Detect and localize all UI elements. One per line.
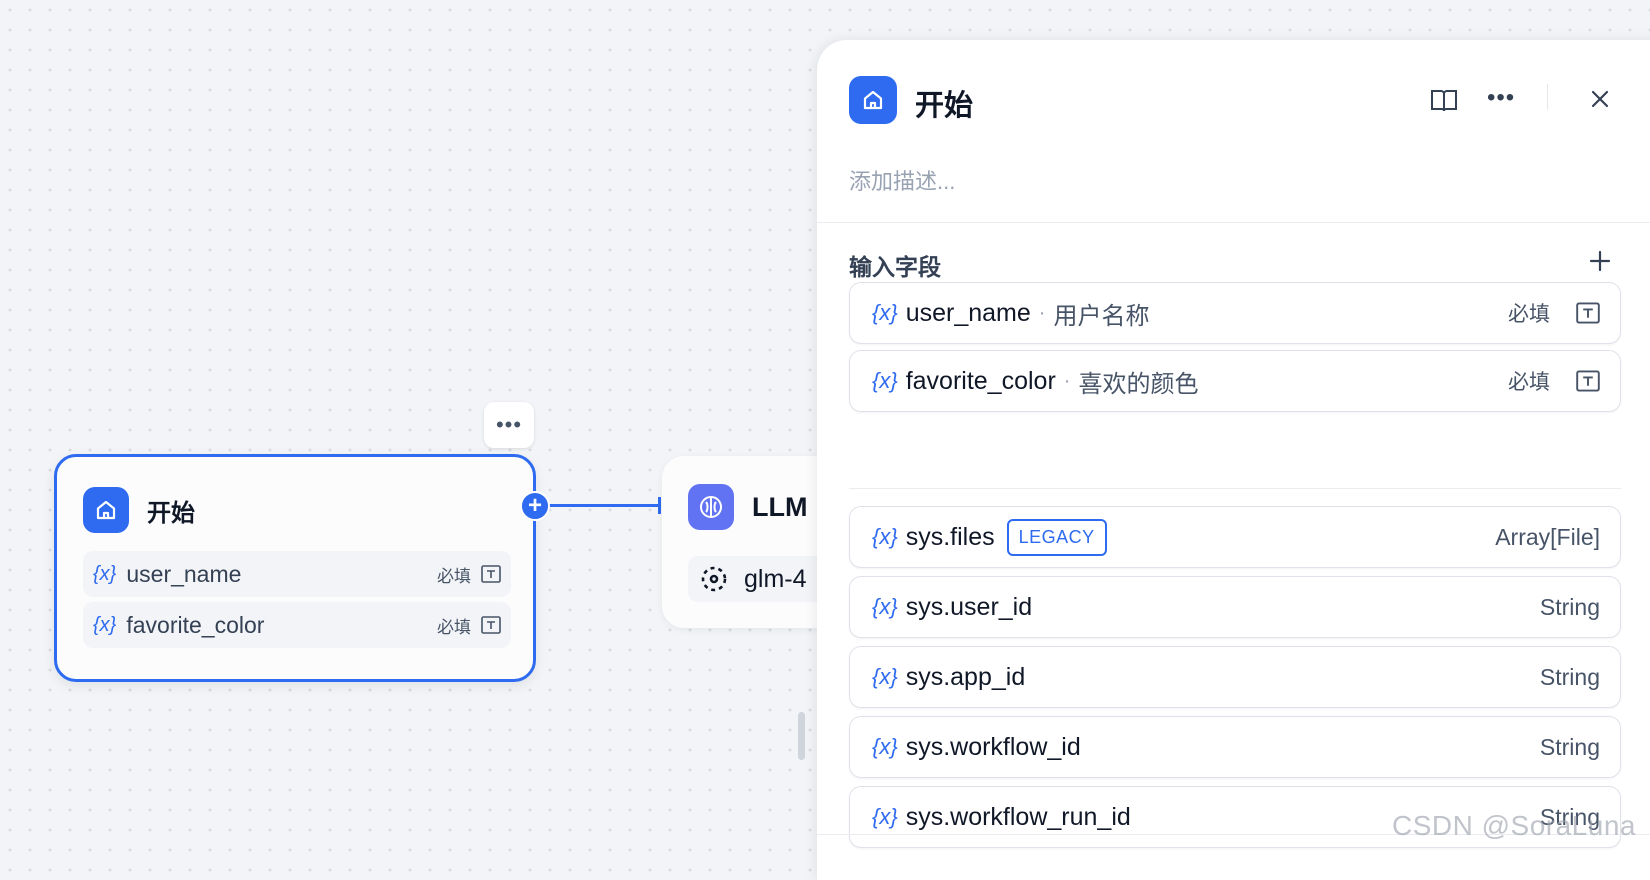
variable-type: String [1539, 593, 1600, 620]
system-variable-name: sys.workflow_id [905, 732, 1081, 761]
home-icon [849, 76, 897, 124]
watermark: CSDN @SoraLuna [1392, 810, 1636, 841]
header-divider [1547, 84, 1548, 110]
start-node-field[interactable]: {x} favorite_color 必填 [83, 602, 511, 648]
required-label: 必填 [437, 566, 471, 586]
system-variable-row[interactable]: {x} sys.files LEGACY Array[File] [849, 506, 1621, 568]
system-variable-row[interactable]: {x} sys.user_id String [849, 576, 1621, 638]
system-variable-row[interactable]: {x} sys.app_id String [849, 646, 1621, 708]
node-more-button[interactable]: ••• [484, 402, 534, 448]
variable-icon: {x} [872, 594, 898, 619]
close-icon[interactable] [1585, 84, 1615, 114]
home-icon [83, 487, 129, 533]
system-variable-name: sys.user_id [905, 592, 1033, 621]
field-name: user_name [126, 560, 242, 587]
model-icon [701, 566, 727, 592]
required-label: 必填 [1508, 371, 1550, 394]
separator-dot: · [1063, 369, 1071, 392]
input-field-row[interactable]: {x} favorite_color · 喜欢的颜色 必填 [849, 350, 1621, 412]
field-name: favorite_color [905, 366, 1056, 395]
book-icon[interactable] [1429, 86, 1459, 116]
field-name: favorite_color [126, 611, 265, 638]
required-label: 必填 [437, 617, 471, 637]
description-input[interactable]: 添加描述... [849, 164, 955, 196]
workflow-canvas[interactable]: ••• 开始 {x} user_name 必填 {x} favorite_col… [0, 0, 888, 858]
text-input-icon [1576, 370, 1600, 392]
variable-icon: {x} [872, 524, 898, 549]
more-options-button[interactable]: ••• [1487, 84, 1515, 112]
input-fields-heading: 输入字段 [849, 254, 941, 280]
field-name: user_name [905, 298, 1031, 327]
variable-type: String [1539, 733, 1600, 760]
variable-icon: {x} [93, 562, 117, 585]
add-icon[interactable] [1585, 246, 1615, 276]
variable-icon: {x} [872, 664, 898, 689]
divider [817, 222, 1650, 223]
required-label: 必填 [1508, 303, 1550, 326]
system-variable-row[interactable]: {x} sys.workflow_id String [849, 716, 1621, 778]
scrollbar[interactable] [798, 712, 805, 760]
input-field-row[interactable]: {x} user_name · 用户名称 必填 [849, 282, 1621, 344]
connection-edge [548, 504, 661, 507]
variable-icon: {x} [872, 734, 898, 759]
field-label: 喜欢的颜色 [1078, 370, 1199, 398]
variable-icon: {x} [872, 804, 898, 829]
start-node-title: 开始 [147, 499, 195, 527]
legacy-badge: LEGACY [1006, 518, 1107, 556]
start-node[interactable]: 开始 {x} user_name 必填 {x} favorite_color 必… [54, 454, 536, 682]
system-variable-name: sys.workflow_run_id [905, 802, 1131, 831]
start-node-header: 开始 [83, 487, 195, 533]
variable-icon: {x} [93, 613, 117, 636]
text-input-icon [1576, 302, 1600, 324]
divider [849, 488, 1621, 489]
start-node-field[interactable]: {x} user_name 必填 [83, 551, 511, 597]
text-input-icon [481, 565, 501, 583]
node-config-panel: 开始 ••• 添加描述... 输入字段 {x} user_name · 用户名称… [817, 40, 1650, 880]
system-variable-name: sys.app_id [905, 662, 1026, 691]
field-label: 用户名称 [1053, 302, 1150, 330]
llm-node-title: LLM [752, 492, 808, 522]
variable-type: String [1539, 663, 1600, 690]
separator-dot: · [1038, 301, 1046, 324]
variable-type: Array[File] [1495, 523, 1600, 550]
edge-target-handle [658, 497, 661, 514]
variable-icon: {x} [872, 300, 898, 325]
variable-icon: {x} [872, 368, 898, 393]
text-input-icon [481, 616, 501, 634]
brain-icon [688, 484, 734, 530]
system-variable-name: sys.files [905, 522, 995, 551]
add-node-handle[interactable]: + [520, 491, 550, 521]
llm-model-name: glm-4 [744, 564, 807, 593]
panel-title[interactable]: 开始 [915, 82, 973, 124]
